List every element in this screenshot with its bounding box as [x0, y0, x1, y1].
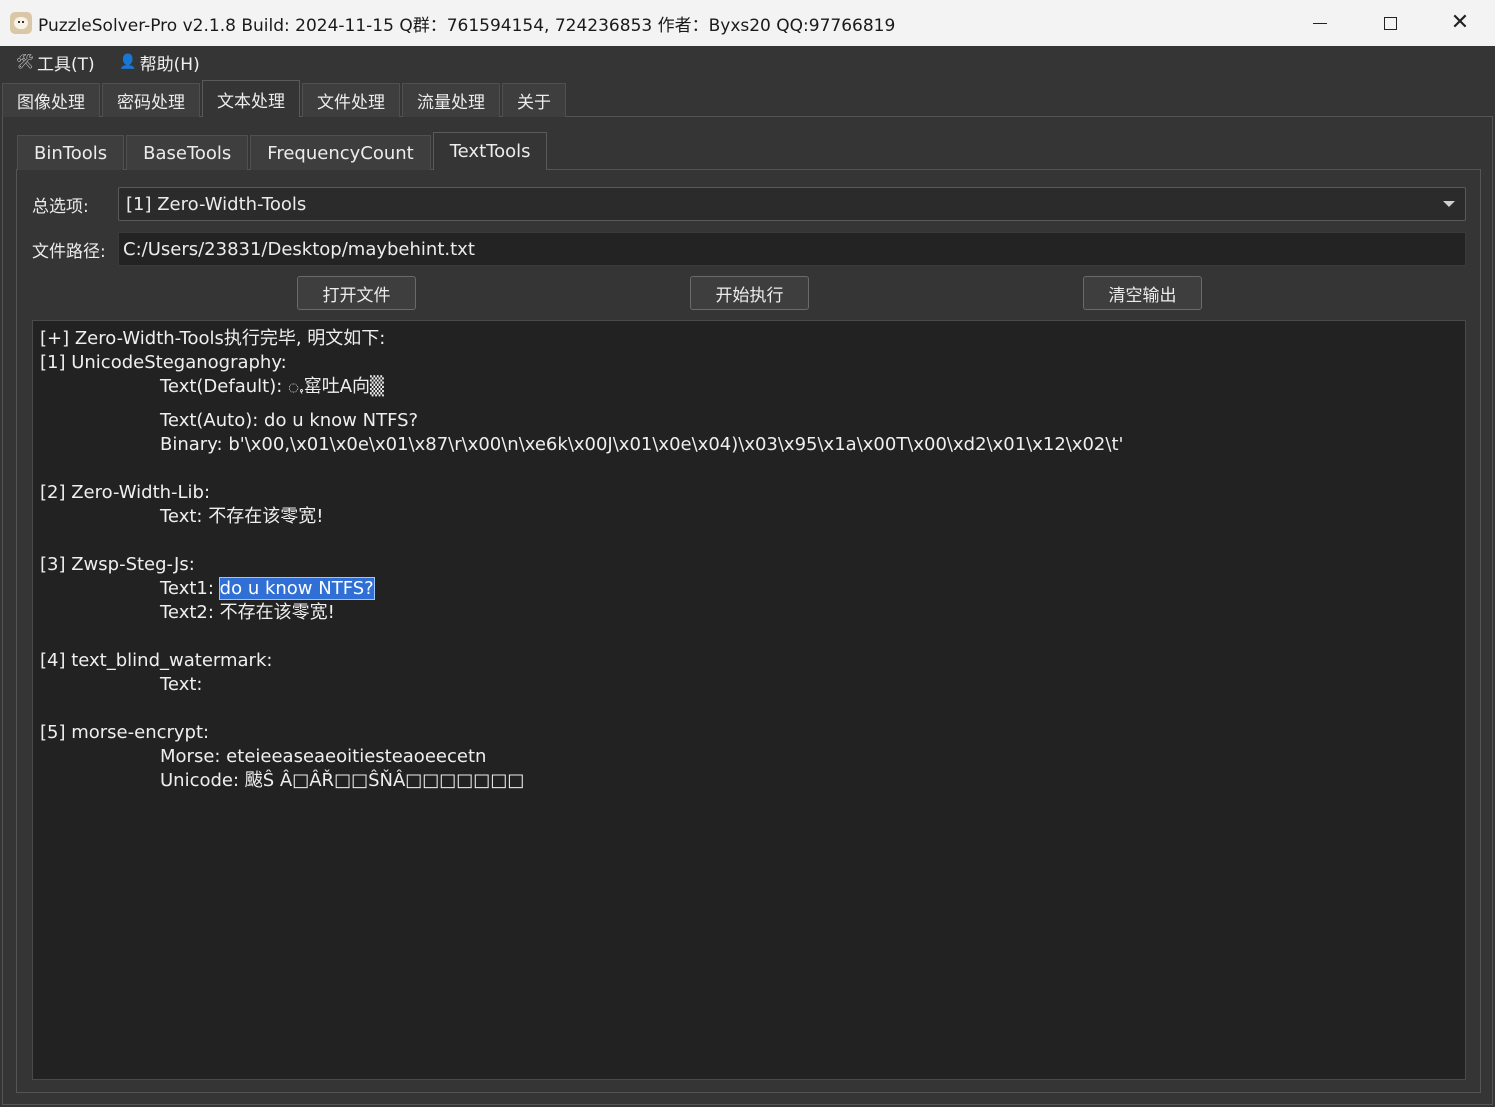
title-bar: PuzzleSolver-Pro v2.1.8 Build: 2024-11-1…	[0, 0, 1495, 46]
tab-frequencycount[interactable]: FrequencyCount	[250, 135, 431, 170]
file-path-value: C:/Users/23831/Desktop/maybehint.txt	[123, 238, 475, 260]
menu-tools[interactable]: 🛠 工具(T)	[16, 50, 95, 75]
tab-traffic[interactable]: 流量处理	[402, 83, 500, 117]
tab-text[interactable]: 文本处理	[202, 80, 300, 117]
help-user-icon: 👤	[118, 54, 137, 70]
open-file-button[interactable]: 打开文件	[297, 276, 416, 310]
clear-output-button[interactable]: 清空输出	[1083, 276, 1202, 310]
window-title: PuzzleSolver-Pro v2.1.8 Build: 2024-11-1…	[38, 15, 896, 36]
tab-image[interactable]: 图像处理	[2, 83, 100, 117]
app-icon	[10, 12, 32, 34]
menu-tools-label: 工具(T)	[37, 54, 95, 75]
tab-basetools[interactable]: BaseTools	[126, 135, 249, 170]
close-button[interactable]: ✕	[1425, 0, 1495, 46]
section-zero-width-lib: [2] Zero-Width-Lib:	[40, 482, 211, 503]
s1-text-auto: Text(Auto): do u know NTFS?	[160, 410, 419, 431]
tab-crypto[interactable]: 密码处理	[102, 83, 200, 117]
s1-text-default: Text(Default): ꩻ窰吐A向▒	[160, 376, 384, 397]
sub-tabs: BinTools BaseTools FrequencyCount TextTo…	[17, 132, 549, 170]
option-select-value: [1] Zero-Width-Tools	[126, 193, 307, 215]
file-path-input[interactable]: C:/Users/23831/Desktop/maybehint.txt	[118, 232, 1466, 266]
tab-about[interactable]: 关于	[502, 83, 566, 117]
selected-text: do u know NTFS?	[218, 577, 375, 600]
minimize-icon	[1313, 22, 1327, 24]
tab-file[interactable]: 文件处理	[302, 83, 400, 117]
tools-icon: 🛠	[16, 54, 34, 70]
close-icon: ✕	[1450, 10, 1470, 35]
main-tabs: 图像处理 密码处理 文本处理 文件处理 流量处理 关于	[2, 80, 568, 117]
s5-morse: Morse: eteieeaseaeoitiesteaoeecetn	[160, 746, 487, 767]
maximize-icon	[1383, 16, 1397, 30]
chevron-down-icon	[1443, 201, 1455, 207]
tab-bintools[interactable]: BinTools	[17, 135, 125, 170]
option-select[interactable]: [1] Zero-Width-Tools	[118, 187, 1466, 221]
s5-unicode: Unicode: 颰Ŝ Â□ÂŘ□□ŜŇÂ□□□□□□□	[160, 770, 525, 791]
s4-text: Text:	[160, 674, 203, 695]
menu-help-label: 帮助(H)	[139, 54, 200, 75]
maximize-button[interactable]	[1355, 0, 1425, 46]
section-morse-encrypt: [5] morse-encrypt:	[40, 722, 210, 743]
output-header: [+] Zero-Width-Tools执行完毕, 明文如下:	[40, 328, 386, 349]
s1-binary: Binary: b'\x00,\x01\x0e\x01\x87\r\x00\n\…	[160, 434, 1124, 455]
section-text-blind-watermark: [4] text_blind_watermark:	[40, 650, 273, 671]
s3-text2: Text2: 不存在该零宽!	[160, 602, 335, 623]
tab-texttools[interactable]: TextTools	[432, 132, 548, 170]
section-unicode-steganography: [1] UnicodeSteganography:	[40, 352, 287, 373]
path-label: 文件路径:	[32, 242, 106, 262]
output-textarea[interactable]: [+] Zero-Width-Tools执行完毕, 明文如下: [1] Unic…	[32, 320, 1466, 1080]
option-label: 总选项:	[32, 197, 89, 217]
s3-text1-label: Text1:	[160, 578, 220, 599]
minimize-button[interactable]	[1285, 0, 1355, 46]
run-button[interactable]: 开始执行	[690, 276, 809, 310]
menu-help[interactable]: 👤 帮助(H)	[119, 50, 200, 75]
menu-bar: 🛠 工具(T) 👤 帮助(H)	[0, 46, 1495, 78]
s3-text1: Text1: do u know NTFS?	[40, 577, 1465, 601]
section-zwsp-steg-js: [3] Zwsp-Steg-Js:	[40, 554, 195, 575]
s2-text: Text: 不存在该零宽!	[160, 506, 324, 527]
window-controls: ✕	[1285, 0, 1495, 46]
